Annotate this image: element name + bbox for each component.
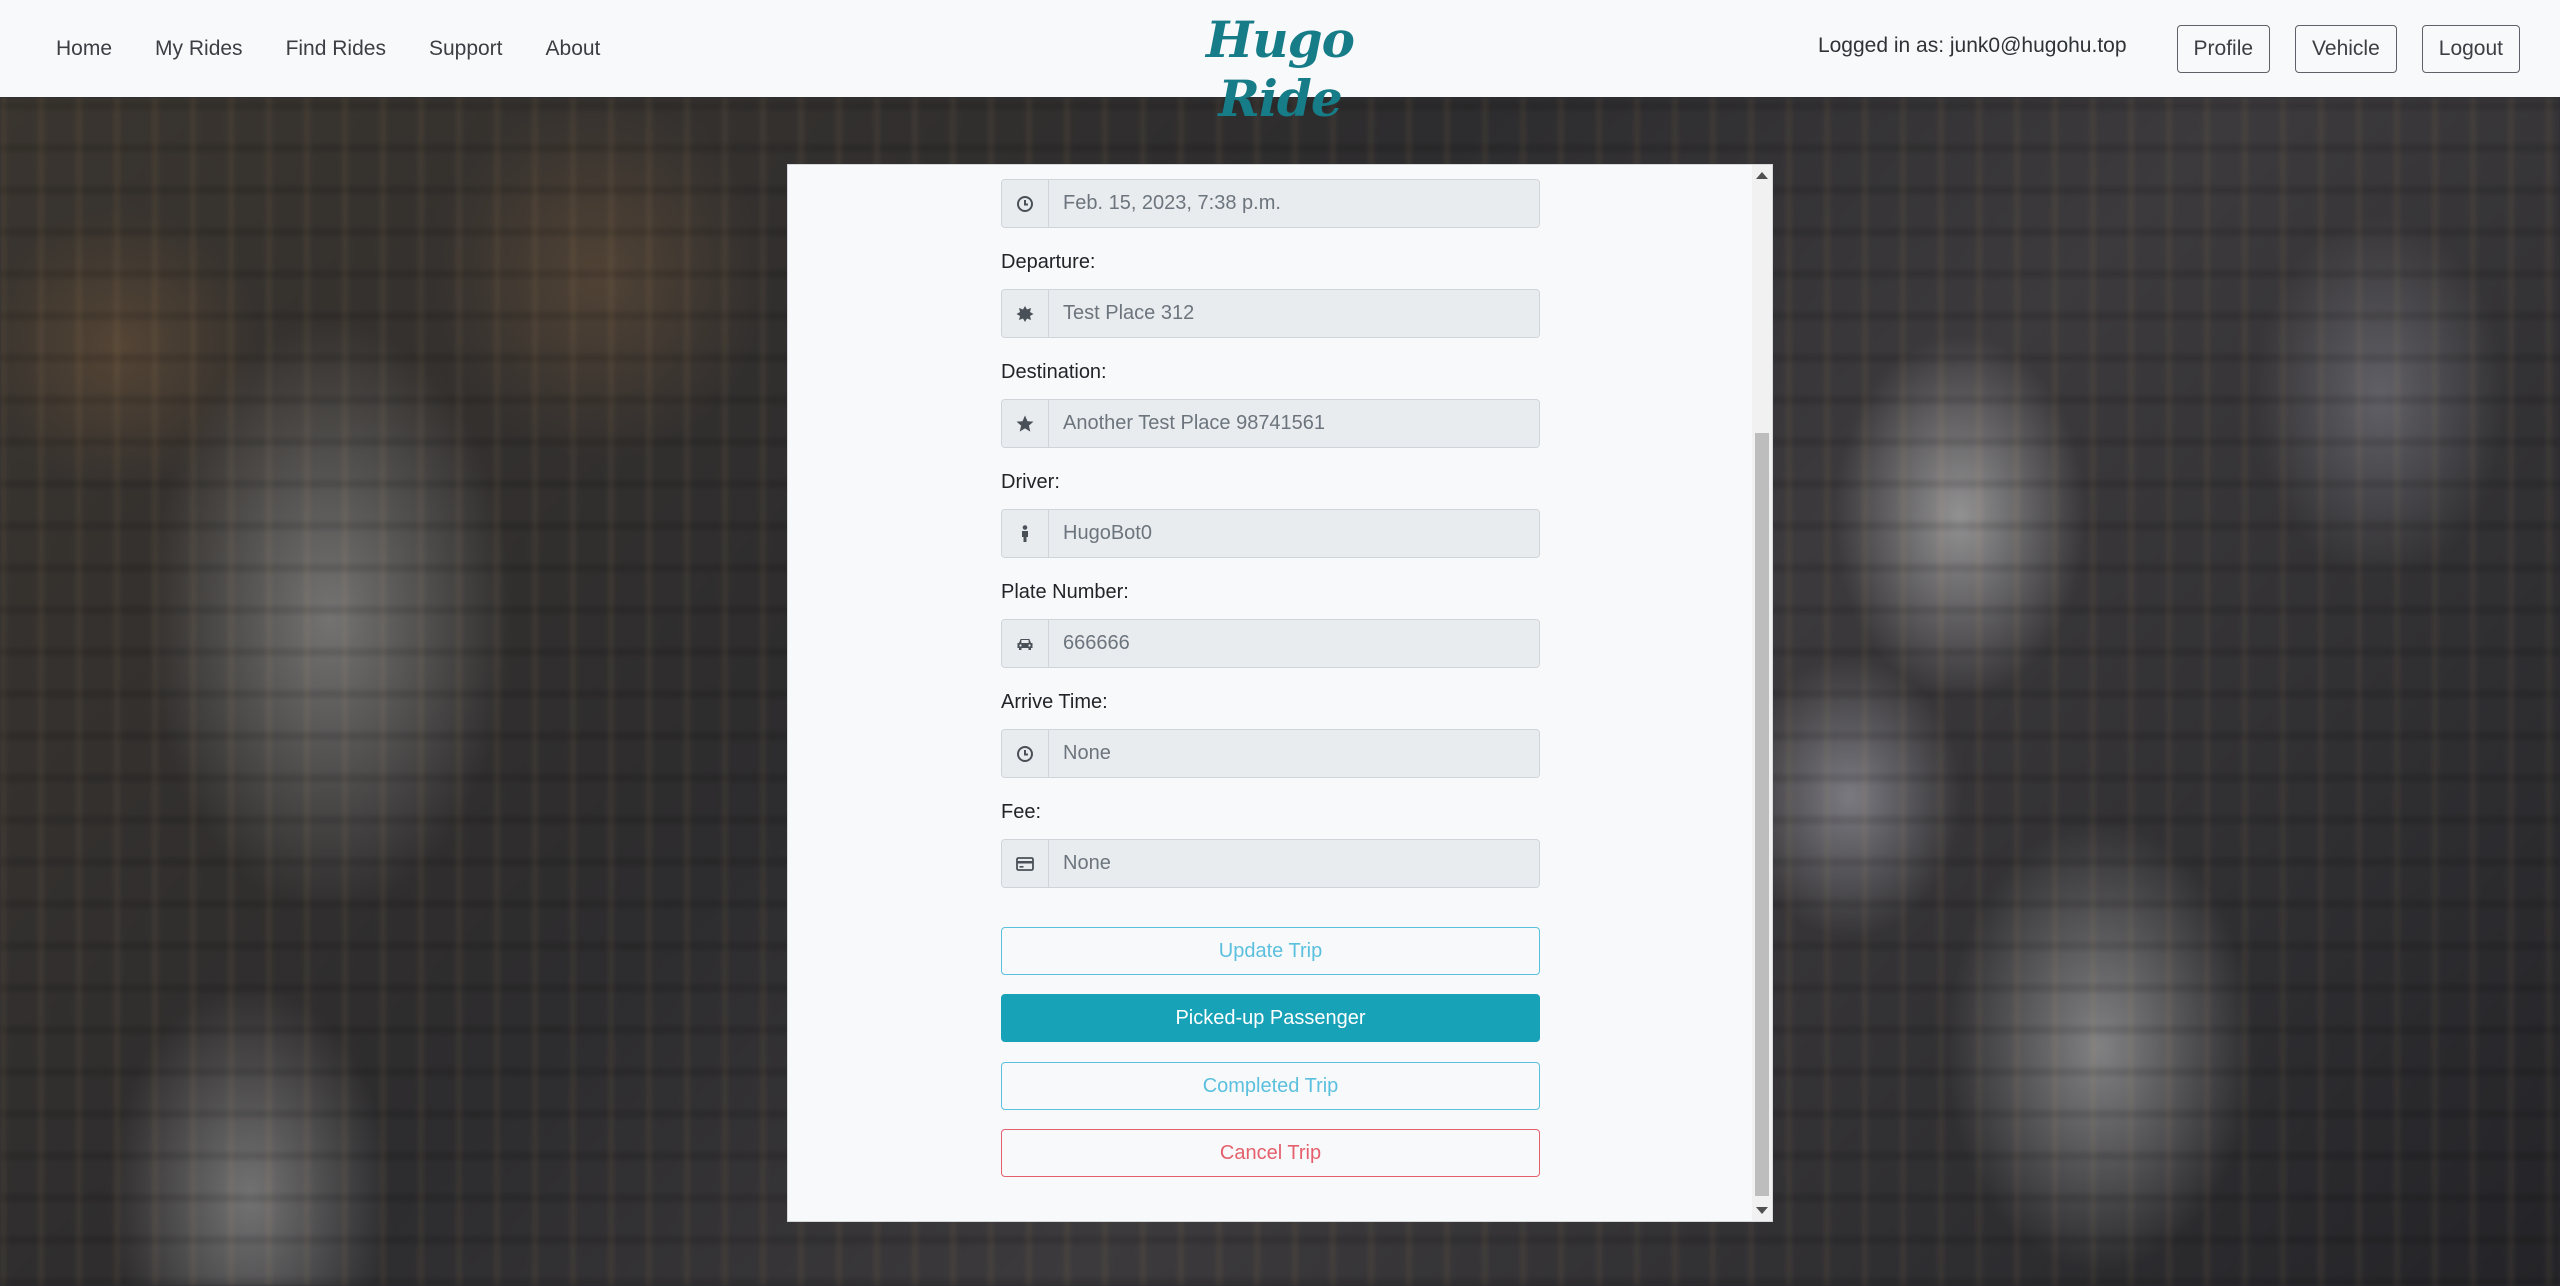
departure-field: Test Place 312	[1001, 289, 1540, 338]
logout-button[interactable]: Logout	[2421, 24, 2520, 73]
arrive-time-field: None	[1001, 729, 1540, 778]
departure-time-field: Feb. 15, 2023, 7:38 p.m.	[1001, 179, 1540, 228]
scrollbar-thumb[interactable]	[1755, 433, 1769, 1196]
scroll-up-arrow-icon[interactable]	[1756, 172, 1768, 179]
nav-link-about[interactable]: About	[530, 37, 617, 61]
arrive-time-label: Arrive Time:	[1001, 691, 1108, 713]
burst-icon	[1002, 290, 1049, 337]
fee-input[interactable]: None	[1049, 840, 1539, 887]
fee-field: None	[1001, 839, 1540, 888]
driver-field: HugoBot0	[1001, 509, 1540, 558]
brand-logo[interactable]: Hugo Ride	[1180, 10, 1380, 128]
car-icon	[1002, 620, 1049, 667]
credit-card-icon	[1002, 840, 1049, 887]
nav-link-my-rides[interactable]: My Rides	[139, 37, 259, 61]
plate-number-field: 666666	[1001, 619, 1540, 668]
destination-label: Destination:	[1001, 361, 1107, 383]
destination-input[interactable]: Another Test Place 98741561	[1049, 400, 1539, 447]
departure-input[interactable]: Test Place 312	[1049, 290, 1539, 337]
panel-scrollbar[interactable]	[1752, 165, 1772, 1221]
plate-number-input[interactable]: 666666	[1049, 620, 1539, 667]
cancel-trip-button[interactable]: Cancel Trip	[1001, 1129, 1540, 1177]
arrive-time-input[interactable]: None	[1049, 730, 1539, 777]
driver-input[interactable]: HugoBot0	[1049, 510, 1539, 557]
picked-up-passenger-button[interactable]: Picked-up Passenger	[1001, 994, 1540, 1042]
star-icon	[1002, 400, 1049, 447]
trip-detail-panel: Feb. 15, 2023, 7:38 p.m. Departure: Test…	[787, 164, 1773, 1222]
person-icon	[1002, 510, 1049, 557]
departure-time-input[interactable]: Feb. 15, 2023, 7:38 p.m.	[1049, 180, 1539, 227]
nav-link-home[interactable]: Home	[40, 37, 128, 61]
departure-label: Departure:	[1001, 251, 1096, 273]
logged-in-status: Logged in as: junk0@hugohu.top	[1817, 33, 2127, 57]
fee-label: Fee:	[1001, 801, 1042, 823]
profile-button[interactable]: Profile	[2176, 24, 2271, 73]
plate-number-label: Plate Number:	[1001, 581, 1129, 603]
destination-field: Another Test Place 98741561	[1001, 399, 1540, 448]
top-navbar: Home My Rides Find Rides Support About H…	[0, 0, 2560, 128]
scroll-down-arrow-icon[interactable]	[1756, 1207, 1768, 1214]
nav-link-find-rides[interactable]: Find Rides	[270, 37, 402, 61]
completed-trip-button[interactable]: Completed Trip	[1001, 1062, 1540, 1110]
vehicle-button[interactable]: Vehicle	[2295, 24, 2397, 73]
clock-icon	[1002, 180, 1049, 227]
driver-label: Driver:	[1001, 471, 1060, 493]
nav-link-support[interactable]: Support	[413, 37, 519, 61]
clock-icon	[1002, 730, 1049, 777]
nav-user-area: Logged in as: junk0@hugohu.top Profile V…	[1818, 0, 2520, 97]
nav-links: Home My Rides Find Rides Support About	[40, 37, 627, 61]
update-trip-button[interactable]: Update Trip	[1001, 927, 1540, 975]
